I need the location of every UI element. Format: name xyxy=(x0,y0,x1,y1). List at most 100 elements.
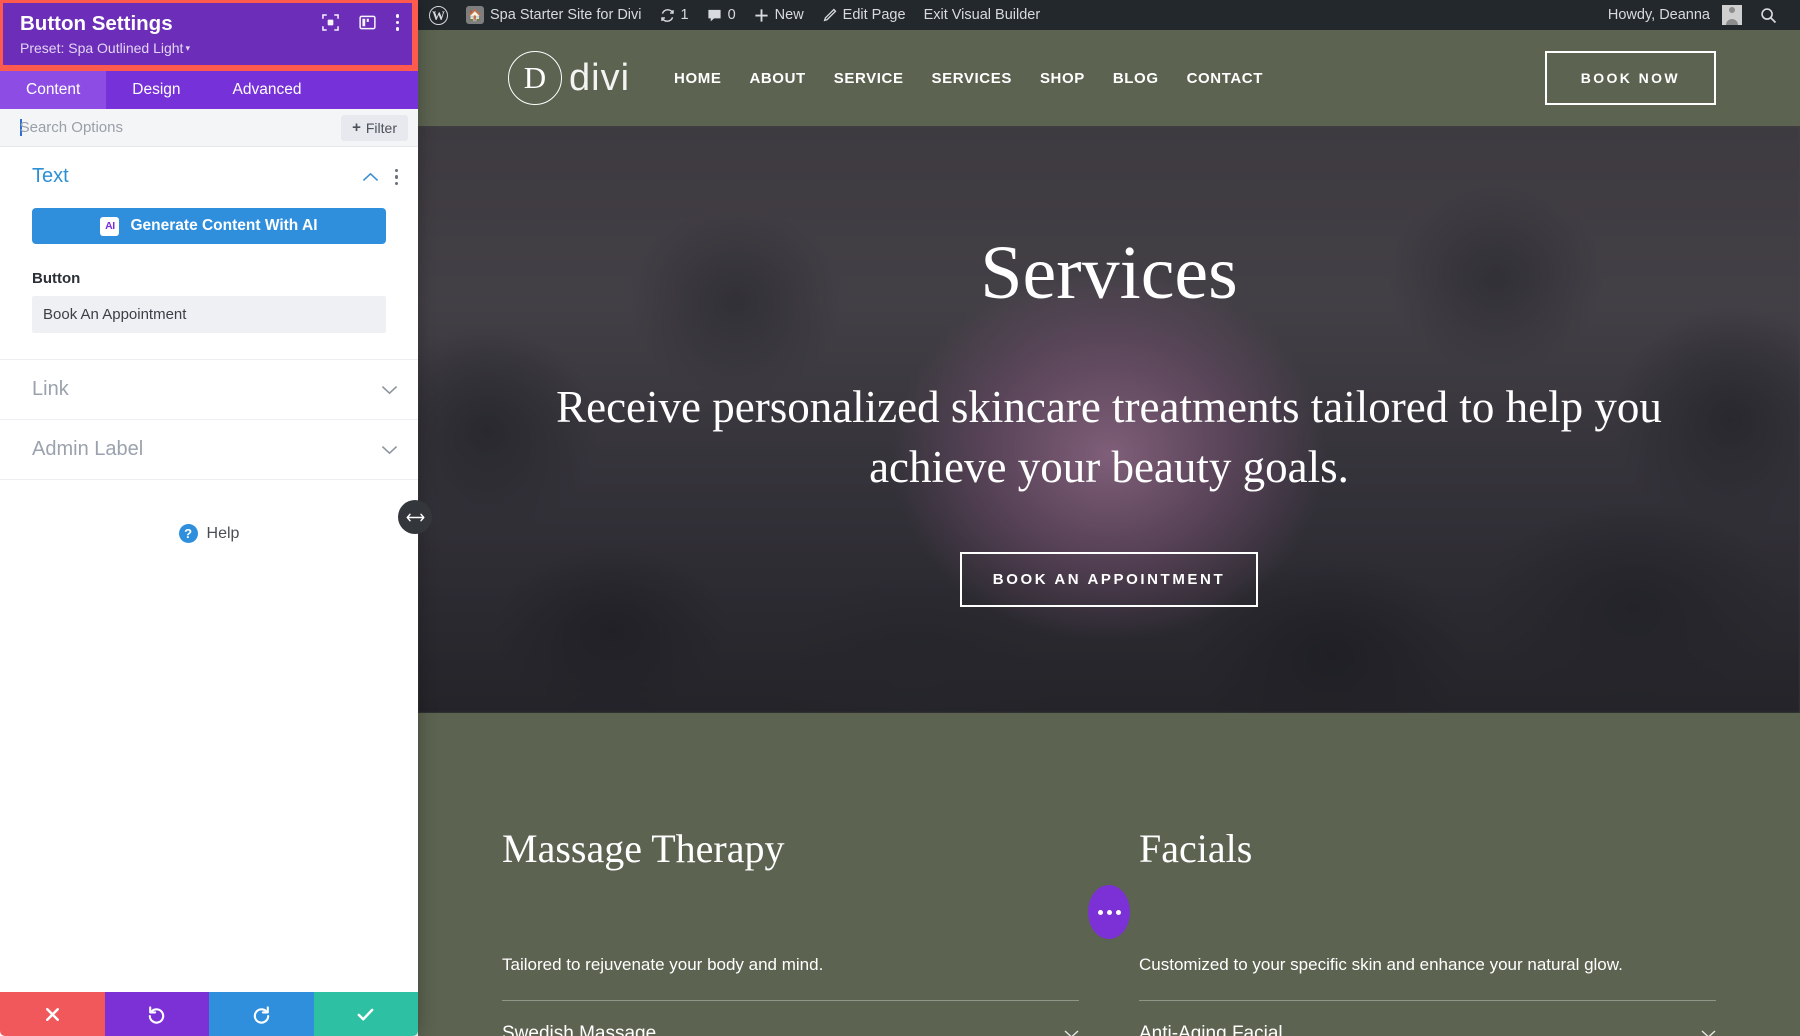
pencil-icon xyxy=(822,8,837,23)
section-title: Link xyxy=(32,378,69,401)
panel-title: Button Settings xyxy=(20,12,173,35)
accordion-item-label: Anti-Aging Facial xyxy=(1139,1023,1283,1036)
undo-button[interactable] xyxy=(104,992,209,1036)
service-title: Facials xyxy=(1139,826,1253,871)
chevron-down-icon xyxy=(1064,1030,1079,1036)
service-column-massage: Massage Therapy Tailored to rejuvenate y… xyxy=(502,825,1079,1036)
help-button[interactable]: ? Help xyxy=(0,524,418,544)
accordion-item-swedish-massage[interactable]: Swedish Massage xyxy=(502,1001,1079,1036)
new-label: New xyxy=(774,7,804,23)
service-title: Massage Therapy xyxy=(502,826,785,871)
wordpress-logo-icon[interactable]: W xyxy=(420,0,457,30)
section-title: Text xyxy=(32,165,69,188)
panel-resize-handle[interactable] xyxy=(398,500,432,534)
nav-item-services[interactable]: SERVICES xyxy=(932,70,1012,87)
edit-page-label: Edit Page xyxy=(842,7,906,23)
tab-content[interactable]: Content xyxy=(0,71,107,110)
caret-down-icon: ▾ xyxy=(185,42,190,53)
howdy-label: Howdy, Deanna xyxy=(1607,7,1710,23)
nav-item-about[interactable]: ABOUT xyxy=(749,70,805,87)
plus-icon xyxy=(754,8,769,23)
hero-subtitle: Receive personalized skincare treatments… xyxy=(556,381,1662,492)
site-header: D divi HOME ABOUT SERVICE SERVICES SHOP … xyxy=(418,30,1800,126)
new-content-menu[interactable]: New xyxy=(745,0,813,30)
plus-icon: + xyxy=(352,119,361,137)
section-admin-label-header[interactable]: Admin Label xyxy=(0,420,418,479)
panel-footer xyxy=(0,992,418,1036)
service-column-facials: Facials Customized to your specific skin… xyxy=(1139,825,1716,1036)
panel-header: Button Settings Preset: Spa Outlined Lig… xyxy=(0,0,418,72)
chevron-down-icon[interactable] xyxy=(381,385,398,395)
button-field-label: Button xyxy=(32,270,81,288)
nav-item-blog[interactable]: BLOG xyxy=(1113,70,1159,87)
hero-book-appointment-button[interactable]: BOOK AN APPOINTMENT xyxy=(959,551,1259,607)
nav-item-contact[interactable]: CONTACT xyxy=(1187,70,1263,87)
ai-icon: AI xyxy=(100,216,120,236)
comment-bubble-icon xyxy=(707,8,722,23)
site-thumbnail-icon: 🏠 xyxy=(466,6,484,24)
search-icon[interactable] xyxy=(1751,0,1786,30)
divi-builder-fab-button[interactable] xyxy=(1088,885,1130,939)
close-settings-button[interactable] xyxy=(0,992,105,1036)
service-description: Customized to your specific skin and enh… xyxy=(1139,951,1716,1002)
avatar xyxy=(1722,5,1742,25)
section-more-options-icon[interactable] xyxy=(394,168,398,186)
divi-logo-icon: D xyxy=(508,51,562,105)
hero-title: Services xyxy=(980,231,1238,316)
exit-visual-builder-link[interactable]: Exit Visual Builder xyxy=(915,0,1050,30)
nav-item-service[interactable]: SERVICE xyxy=(834,70,904,87)
book-now-button[interactable]: BOOK NOW xyxy=(1544,51,1716,105)
chevron-down-icon xyxy=(1701,1030,1716,1036)
filter-button[interactable]: + Filter xyxy=(341,114,408,141)
section-text: Text AI Generate Content With AI Button xyxy=(0,147,418,361)
panel-search-row: + Filter xyxy=(0,109,418,148)
site-name-menu[interactable]: 🏠 Spa Starter Site for Divi xyxy=(457,0,651,30)
filter-label: Filter xyxy=(365,119,397,136)
panel-layout-icon[interactable] xyxy=(358,14,376,31)
panel-body: Text AI Generate Content With AI Button xyxy=(0,147,418,992)
generate-content-with-ai-button[interactable]: AI Generate Content With AI xyxy=(32,208,386,245)
comments-count: 0 xyxy=(727,7,736,23)
site-logo[interactable]: D divi xyxy=(508,51,630,105)
section-text-content: AI Generate Content With AI Button xyxy=(0,206,418,359)
section-link: Link xyxy=(0,360,418,421)
tab-advanced[interactable]: Advanced xyxy=(207,71,328,109)
updates-count: 1 xyxy=(680,7,689,23)
button-settings-panel: Button Settings Preset: Spa Outlined Lig… xyxy=(0,0,418,1036)
section-admin-label: Admin Label xyxy=(0,420,418,481)
accordion-item-anti-aging-facial[interactable]: Anti-Aging Facial xyxy=(1139,1001,1716,1036)
chevron-up-icon[interactable] xyxy=(362,172,379,182)
comments-menu[interactable]: 0 xyxy=(698,0,745,30)
account-menu[interactable]: Howdy, Deanna xyxy=(1599,0,1751,30)
save-button[interactable] xyxy=(313,992,418,1036)
nav-item-shop[interactable]: SHOP xyxy=(1040,70,1085,87)
logo-wordmark: divi xyxy=(569,56,631,99)
chevron-down-icon[interactable] xyxy=(381,445,398,455)
website-preview: D divi HOME ABOUT SERVICE SERVICES SHOP … xyxy=(418,30,1800,1036)
nav-item-home[interactable]: HOME xyxy=(674,70,721,87)
help-icon: ? xyxy=(178,524,198,544)
panel-preset-label: Preset: Spa Outlined Light xyxy=(20,39,184,56)
hero-section: Services Receive personalized skincare t… xyxy=(418,126,1800,713)
redo-button[interactable] xyxy=(209,992,314,1036)
service-description: Tailored to rejuvenate your body and min… xyxy=(502,951,1079,1002)
focus-module-icon[interactable] xyxy=(321,14,339,31)
panel-preset-selector[interactable]: Preset: Spa Outlined Light ▾ xyxy=(20,40,190,57)
panel-tabs: Content Design Advanced xyxy=(0,71,418,110)
panel-more-options-icon[interactable] xyxy=(395,14,399,31)
services-section: Massage Therapy Tailored to rejuvenate y… xyxy=(418,713,1800,1036)
section-link-header[interactable]: Link xyxy=(0,360,418,419)
section-title: Admin Label xyxy=(32,438,144,461)
ai-button-label: Generate Content With AI xyxy=(130,217,318,235)
help-label: Help xyxy=(206,524,240,542)
button-text-input[interactable] xyxy=(32,296,386,334)
tab-design[interactable]: Design xyxy=(106,71,206,109)
primary-navigation: HOME ABOUT SERVICE SERVICES SHOP BLOG CO… xyxy=(674,70,1263,87)
section-text-header[interactable]: Text xyxy=(0,147,418,206)
search-input[interactable] xyxy=(19,119,342,137)
accordion-item-label: Swedish Massage xyxy=(502,1023,657,1036)
site-name-label: Spa Starter Site for Divi xyxy=(490,7,642,23)
updates-icon xyxy=(660,8,675,23)
edit-page-link[interactable]: Edit Page xyxy=(813,0,915,30)
updates-menu[interactable]: 1 xyxy=(651,0,698,30)
